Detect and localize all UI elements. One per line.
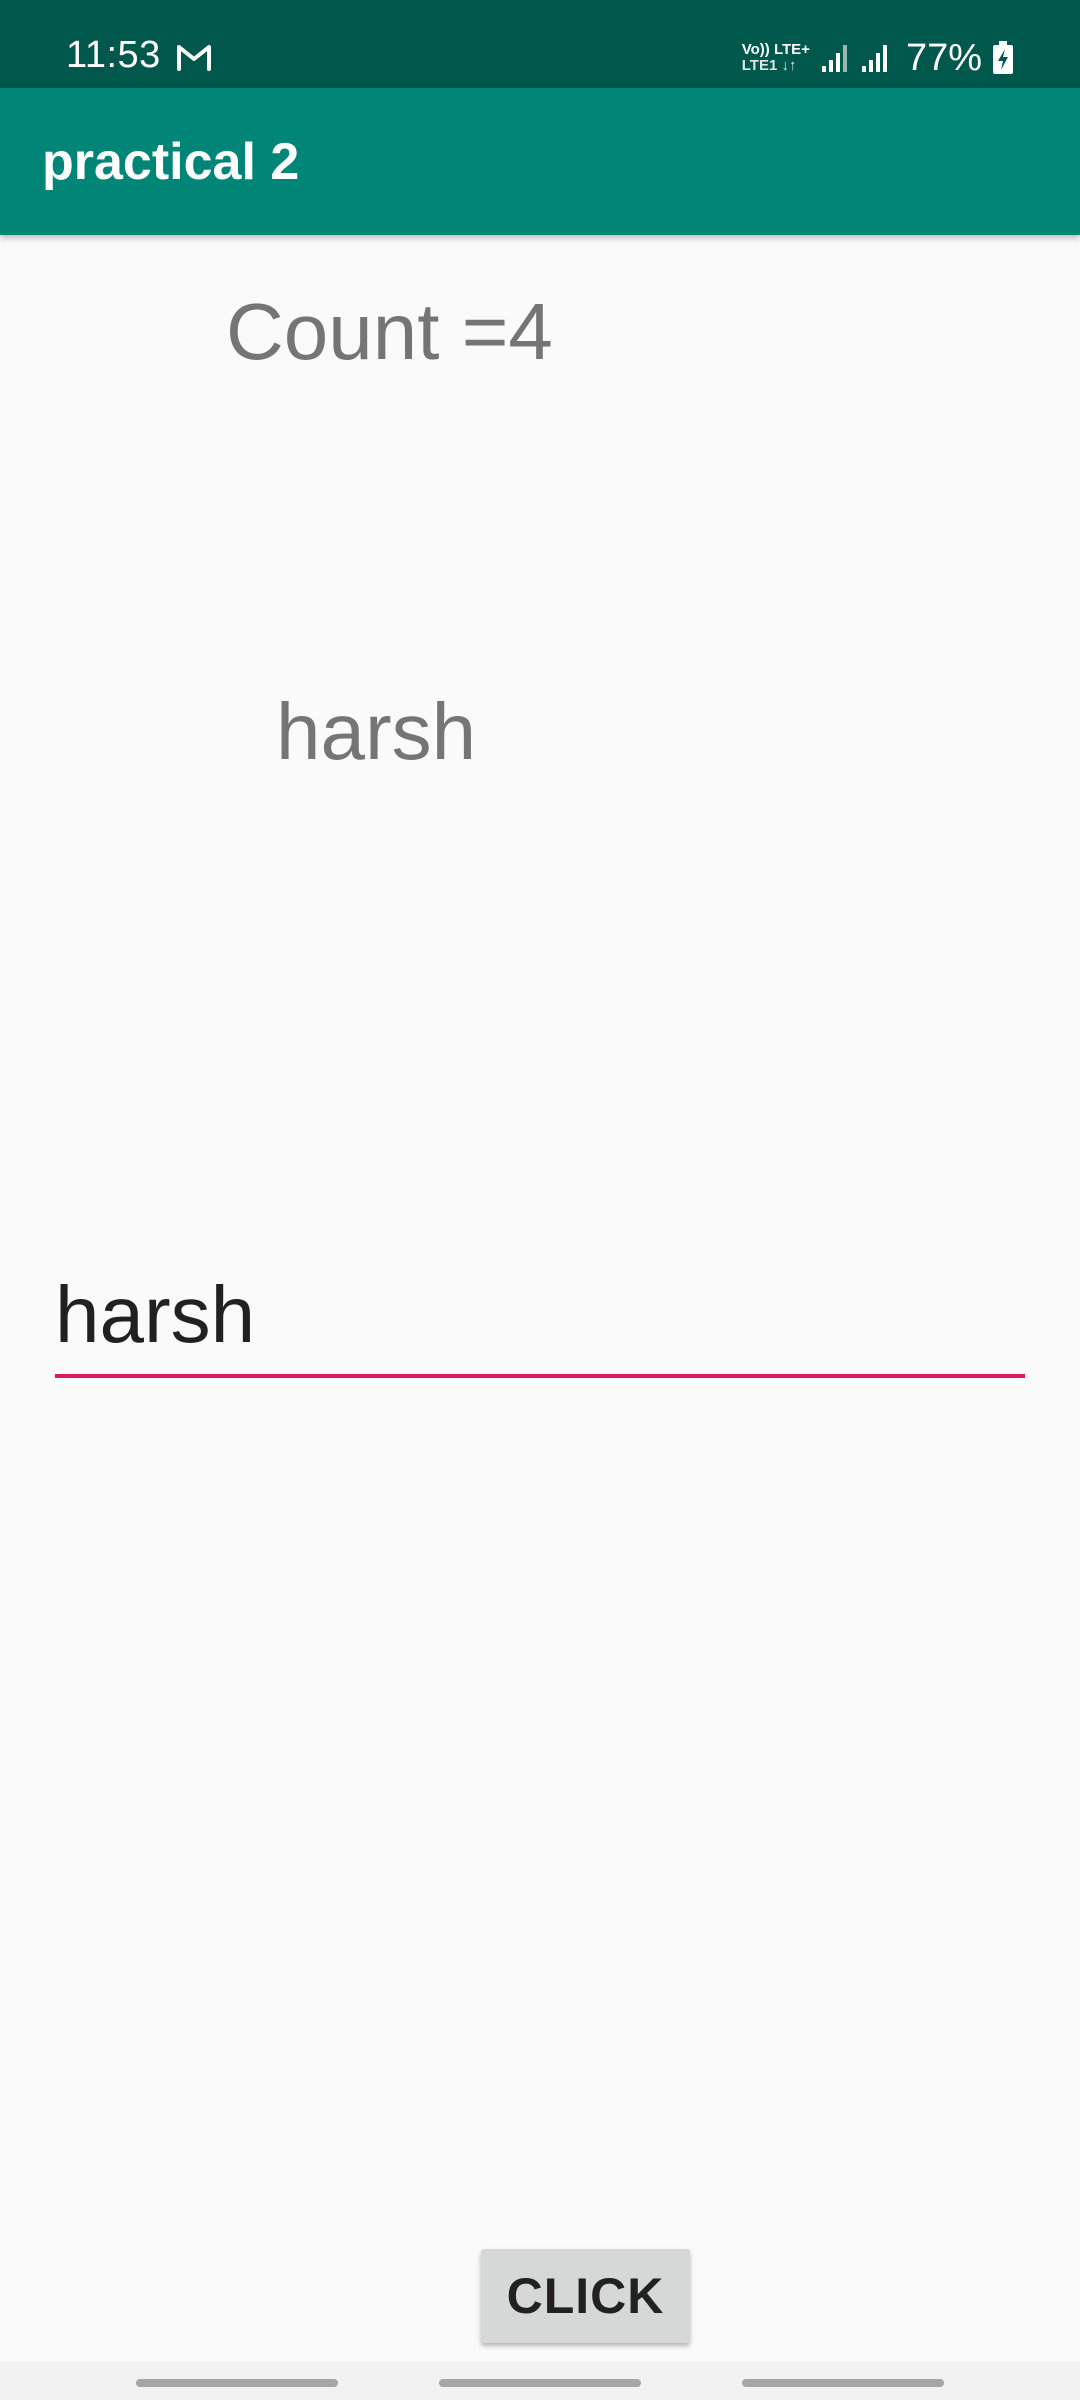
app-bar: practical 2	[0, 88, 1080, 235]
status-bar: 11:53 Vo)) LTE+ LTE1 ↓↑ 77%	[0, 0, 1080, 88]
name-display-text: harsh	[276, 687, 477, 776]
nav-home-handle[interactable]	[439, 2379, 641, 2387]
name-input[interactable]	[55, 1262, 1025, 1378]
nav-back-handle[interactable]	[742, 2379, 944, 2387]
app-title: practical 2	[42, 133, 300, 191]
signal-icon	[821, 45, 847, 72]
status-time: 11:53	[66, 34, 161, 76]
battery-percentage: 77%	[905, 37, 982, 79]
network-type-bottom: LTE1 ↓↑	[741, 57, 797, 74]
click-button[interactable]: CLICK	[481, 2249, 690, 2343]
gmail-icon	[177, 45, 211, 71]
network-type-indicator: Vo)) LTE+ LTE1 ↓↑	[742, 42, 810, 74]
signal-icon	[861, 45, 887, 72]
navigation-bar	[0, 2361, 1080, 2400]
nav-recent-apps-handle[interactable]	[136, 2379, 338, 2387]
battery-charging-icon	[993, 41, 1013, 74]
status-icons: Vo)) LTE+ LTE1 ↓↑ 77%	[742, 38, 1014, 78]
network-type-top: Vo)) LTE+	[741, 41, 810, 58]
count-text: Count =4	[226, 287, 553, 376]
